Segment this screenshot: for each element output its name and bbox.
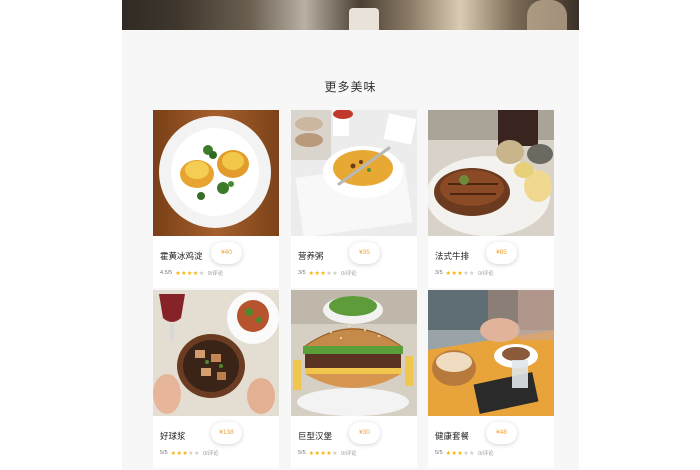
price-badge[interactable]: ¥48 (486, 422, 517, 444)
banner-person-image (527, 0, 567, 30)
rating-value: 5/5 (435, 450, 443, 456)
dish-photo[interactable] (291, 110, 417, 236)
review-count[interactable]: 0/评论 (341, 449, 357, 457)
dish-meta: 5/5 ★★★★★ 0/评论 (160, 449, 219, 457)
rating-value: 4.5/5 (160, 270, 173, 276)
dish-photo[interactable] (428, 110, 554, 236)
rating-value: 5/5 (160, 450, 168, 456)
dish-meta: 3/5 ★★★★★ 0/评论 (298, 269, 357, 277)
dish-photo[interactable] (153, 110, 279, 236)
review-count[interactable]: 9/评论 (208, 269, 224, 277)
dish-name: 健康套餐 (435, 431, 470, 441)
price-badge[interactable]: ¥35 (349, 242, 380, 264)
price-badge[interactable]: ¥85 (486, 242, 517, 264)
rating-value: 5/5 (298, 450, 306, 456)
star-rating-icon: ★★★★★ (445, 270, 476, 277)
review-count[interactable]: 0/评论 (203, 449, 219, 457)
dish-photo[interactable] (428, 290, 554, 416)
dish-meta: 5/5 ★★★★★ 0/评论 (298, 449, 357, 457)
dish-card[interactable]: 巨型汉堡 ¥30 5/5 ★★★★★ 0/评论 (291, 290, 417, 468)
review-count[interactable]: 0/评论 (478, 269, 494, 277)
star-rating-icon: ★★★★★ (445, 450, 476, 457)
dish-name: 巨型汉堡 (298, 431, 333, 441)
price-badge[interactable]: ¥30 (349, 422, 380, 444)
banner-cup-image (349, 8, 379, 30)
star-rating-icon: ★★★★★ (175, 270, 205, 277)
dish-name: 法式牛排 (435, 251, 470, 261)
review-count[interactable]: 0/评论 (478, 449, 494, 457)
dish-card[interactable]: 好球浆 ¥138 5/5 ★★★★★ 0/评论 (153, 290, 279, 468)
dish-name: 霍黄冰鸡淀 (160, 251, 203, 261)
rating-value: 3/5 (298, 270, 306, 276)
dish-meta: 3/5 ★★★★★ 0/评论 (435, 269, 494, 277)
dish-card[interactable]: 霍黄冰鸡淀 ¥40 4.5/5 ★★★★★ 9/评论 (153, 110, 279, 288)
dish-meta: 4.5/5 ★★★★★ 9/评论 (160, 269, 223, 277)
dish-card[interactable]: 营养粥 ¥35 3/5 ★★★★★ 0/评论 (291, 110, 417, 288)
dish-meta: 5/5 ★★★★★ 0/评论 (435, 449, 494, 457)
dish-card[interactable]: 健康套餐 ¥48 5/5 ★★★★★ 0/评论 (428, 290, 554, 468)
price-badge[interactable]: ¥138 (211, 422, 242, 444)
section-title: 更多美味 (324, 80, 377, 94)
dish-photo[interactable] (153, 290, 279, 416)
star-rating-icon: ★★★★★ (170, 450, 201, 457)
review-count[interactable]: 0/评论 (341, 269, 357, 277)
hero-banner-image (122, 0, 579, 30)
star-rating-icon: ★★★★★ (308, 450, 339, 457)
dish-photo[interactable] (291, 290, 417, 416)
dish-name: 营养粥 (298, 251, 324, 261)
price-badge[interactable]: ¥40 (211, 242, 242, 264)
dish-name: 好球浆 (160, 431, 186, 441)
rating-value: 3/5 (435, 270, 443, 276)
star-rating-icon: ★★★★★ (308, 270, 339, 277)
dish-card[interactable]: 法式牛排 ¥85 3/5 ★★★★★ 0/评论 (428, 110, 554, 288)
